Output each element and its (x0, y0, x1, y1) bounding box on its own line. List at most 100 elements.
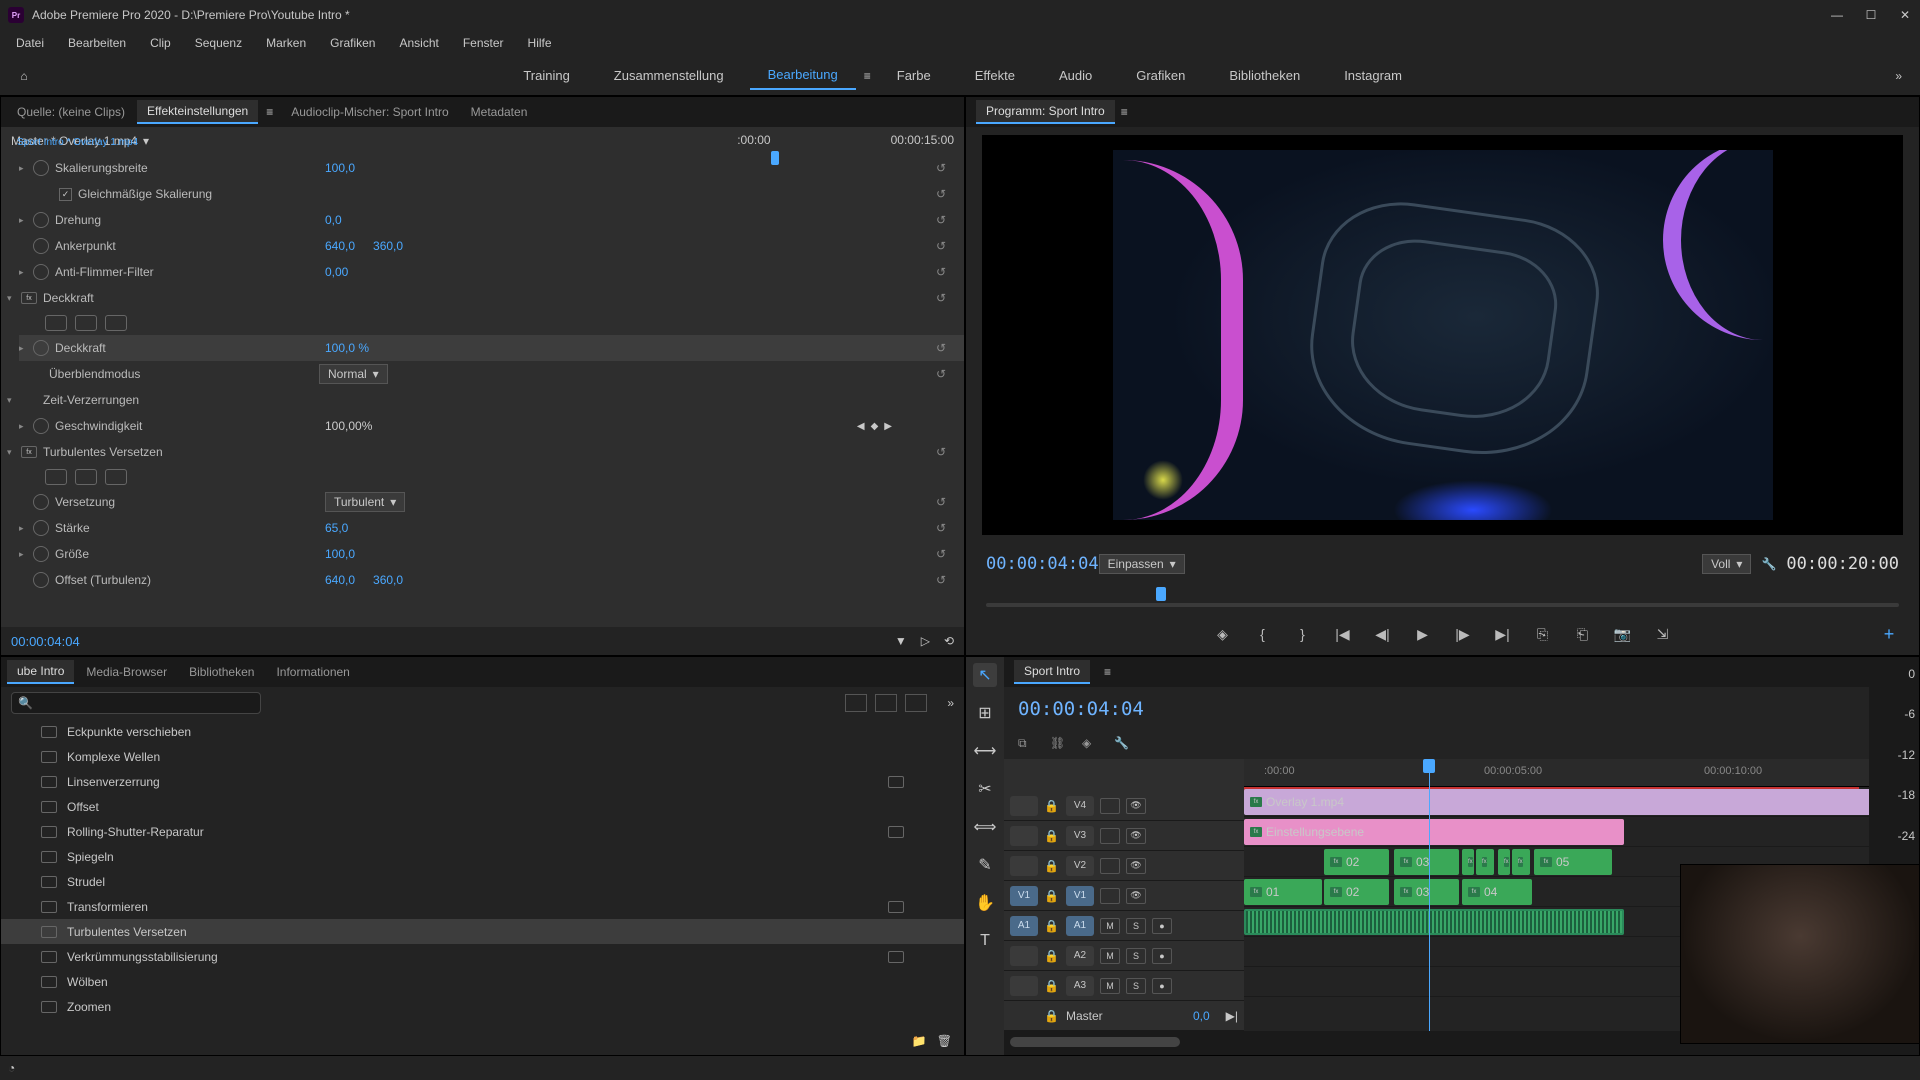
comparison-icon[interactable]: ⇲ (1653, 624, 1673, 644)
effect-item[interactable]: Eckpunkte verschieben (1, 719, 964, 744)
play-only-icon[interactable]: ▷ (921, 634, 930, 648)
timeline-playhead[interactable] (1429, 759, 1430, 1031)
value-drehung[interactable]: 0,0 (325, 213, 342, 227)
value-skalierungsbreite[interactable]: 100,0 (325, 161, 355, 175)
project-tab[interactable]: Media-Browser (76, 661, 177, 683)
master-value[interactable]: 0,0 (1193, 1009, 1210, 1023)
ellipse-mask-icon[interactable] (45, 469, 67, 485)
twirl-icon[interactable]: ▾ (7, 395, 21, 406)
zoom-fit-dropdown[interactable]: Einpassen ▾ (1099, 554, 1185, 574)
selection-tool-icon[interactable]: ↖ (973, 663, 997, 687)
twirl-icon[interactable]: ▸ (19, 343, 33, 354)
effect-item[interactable]: Komplexe Wellen (1, 744, 964, 769)
mark-in-icon[interactable]: { (1253, 624, 1273, 644)
keyframe-toggle[interactable] (33, 572, 49, 588)
pen-mask-icon[interactable] (105, 469, 127, 485)
solo-toggle[interactable]: S (1126, 978, 1146, 994)
mute-toggle[interactable]: M (1100, 918, 1120, 934)
track-target[interactable]: V2 (1066, 856, 1094, 876)
program-tab[interactable]: Programm: Sport Intro (976, 100, 1115, 124)
value-groesse[interactable]: 100,0 (325, 547, 355, 561)
keyframe-toggle[interactable] (33, 546, 49, 562)
close-button[interactable]: ✕ (1898, 8, 1912, 22)
filter-icon[interactable]: ▼ (895, 634, 907, 648)
lock-track-icon[interactable]: 🔒 (1044, 829, 1060, 843)
timeline-clip[interactable]: fx (1462, 849, 1474, 875)
fx-badge-icon[interactable]: fx (21, 292, 37, 304)
workspace-menu-icon[interactable]: ≡ (864, 69, 871, 83)
program-scrub-bar[interactable] (986, 585, 1899, 613)
reset-icon[interactable]: ↺ (936, 213, 950, 227)
rect-mask-icon[interactable] (75, 469, 97, 485)
lock-track-icon[interactable]: 🔒 (1044, 919, 1060, 933)
twirl-icon[interactable]: ▸ (19, 523, 33, 534)
timeline-clip[interactable]: fx02 (1324, 879, 1389, 905)
timeline-clip[interactable] (1244, 909, 1624, 935)
trash-icon[interactable]: 🗑 (937, 1034, 952, 1048)
project-tab[interactable]: ube Intro (7, 660, 74, 684)
solo-toggle[interactable]: S (1126, 948, 1146, 964)
twirl-icon[interactable]: ▸ (19, 549, 33, 560)
reset-icon[interactable]: ↺ (936, 239, 950, 253)
track-target[interactable]: V4 (1066, 796, 1094, 816)
export-frame-icon[interactable]: 📷 (1613, 624, 1633, 644)
mute-toggle[interactable]: M (1100, 978, 1120, 994)
razor-tool-icon[interactable]: ✂ (973, 777, 997, 801)
workspace-effekte[interactable]: Effekte (957, 62, 1033, 89)
reset-icon[interactable]: ↺ (936, 495, 950, 509)
source-patch[interactable] (1010, 946, 1038, 966)
menu-datei[interactable]: Datei (6, 33, 54, 53)
source-tab[interactable]: Effekteinstellungen (137, 100, 258, 124)
track-target[interactable]: A3 (1066, 976, 1094, 996)
effects-search-input[interactable]: 🔍 (11, 692, 261, 714)
effect-item[interactable]: Zoomen (1, 994, 964, 1019)
sequence-tab[interactable]: Sport Intro (1014, 660, 1090, 684)
sequence-clip-label[interactable]: Sport Intro * Overlay 1.mp4 (11, 129, 144, 155)
workspace-audio[interactable]: Audio (1041, 62, 1110, 89)
timeline-track[interactable]: fxEinstellungsebene (1244, 817, 1869, 847)
rect-mask-icon[interactable] (75, 315, 97, 331)
blendmode-dropdown[interactable]: Normal▾ (319, 364, 388, 384)
keyframe-toggle[interactable] (33, 212, 49, 228)
reset-icon[interactable]: ↺ (936, 265, 950, 279)
reset-icon[interactable]: ↺ (936, 573, 950, 587)
keyframe-toggle[interactable] (33, 418, 49, 434)
toggle-track-output-icon[interactable]: 👁 (1126, 828, 1146, 844)
menu-ansicht[interactable]: Ansicht (389, 33, 448, 53)
go-to-next-icon[interactable]: ▶| (1226, 1009, 1238, 1023)
timeline-clip[interactable]: fxEinstellungsebene (1244, 819, 1624, 845)
twirl-icon[interactable]: ▾ (7, 447, 21, 458)
record-toggle[interactable]: ● (1152, 948, 1172, 964)
menu-fenster[interactable]: Fenster (453, 33, 514, 53)
solo-toggle[interactable]: S (1126, 918, 1146, 934)
lock-track-icon[interactable]: 🔒 (1044, 1009, 1060, 1023)
reset-icon[interactable]: ↺ (936, 161, 950, 175)
value-anker-x[interactable]: 640,0 (325, 239, 355, 253)
value-geschwindigkeit[interactable]: 100,00% (325, 419, 372, 433)
record-toggle[interactable]: ● (1152, 918, 1172, 934)
mark-out-icon[interactable]: } (1293, 624, 1313, 644)
source-patch[interactable]: A1 (1010, 916, 1038, 936)
add-marker-icon[interactable]: ◈ (1082, 736, 1100, 754)
panel-menu-icon[interactable]: ≡ (1115, 105, 1134, 119)
keyframe-toggle[interactable] (33, 520, 49, 536)
keyframe-toggle[interactable] (33, 238, 49, 254)
value-antiflimmer[interactable]: 0,00 (325, 265, 348, 279)
snap-icon[interactable]: ⧉ (1018, 736, 1036, 754)
lock-track-icon[interactable]: 🔒 (1044, 859, 1060, 873)
workspace-bearbeitung[interactable]: Bearbeitung (750, 61, 856, 90)
timeline-clip[interactable]: fx01 (1244, 879, 1322, 905)
maximize-button[interactable]: ☐ (1864, 8, 1878, 22)
lock-track-icon[interactable]: 🔒 (1044, 979, 1060, 993)
value-offset-x[interactable]: 640,0 (325, 573, 355, 587)
ripple-tool-icon[interactable]: ⟷ (973, 739, 997, 763)
panel-menu-icon[interactable]: ≡ (260, 105, 279, 119)
keyframe-toggle[interactable] (33, 160, 49, 176)
menu-bearbeiten[interactable]: Bearbeiten (58, 33, 136, 53)
workspace-farbe[interactable]: Farbe (879, 62, 949, 89)
toggle-track-output-icon[interactable]: 👁 (1126, 798, 1146, 814)
workspace-zusammenstellung[interactable]: Zusammenstellung (596, 62, 742, 89)
panel-overflow-icon[interactable]: » (947, 696, 954, 710)
quality-dropdown[interactable]: Voll ▾ (1702, 554, 1751, 574)
effect-item[interactable]: Strudel (1, 869, 964, 894)
